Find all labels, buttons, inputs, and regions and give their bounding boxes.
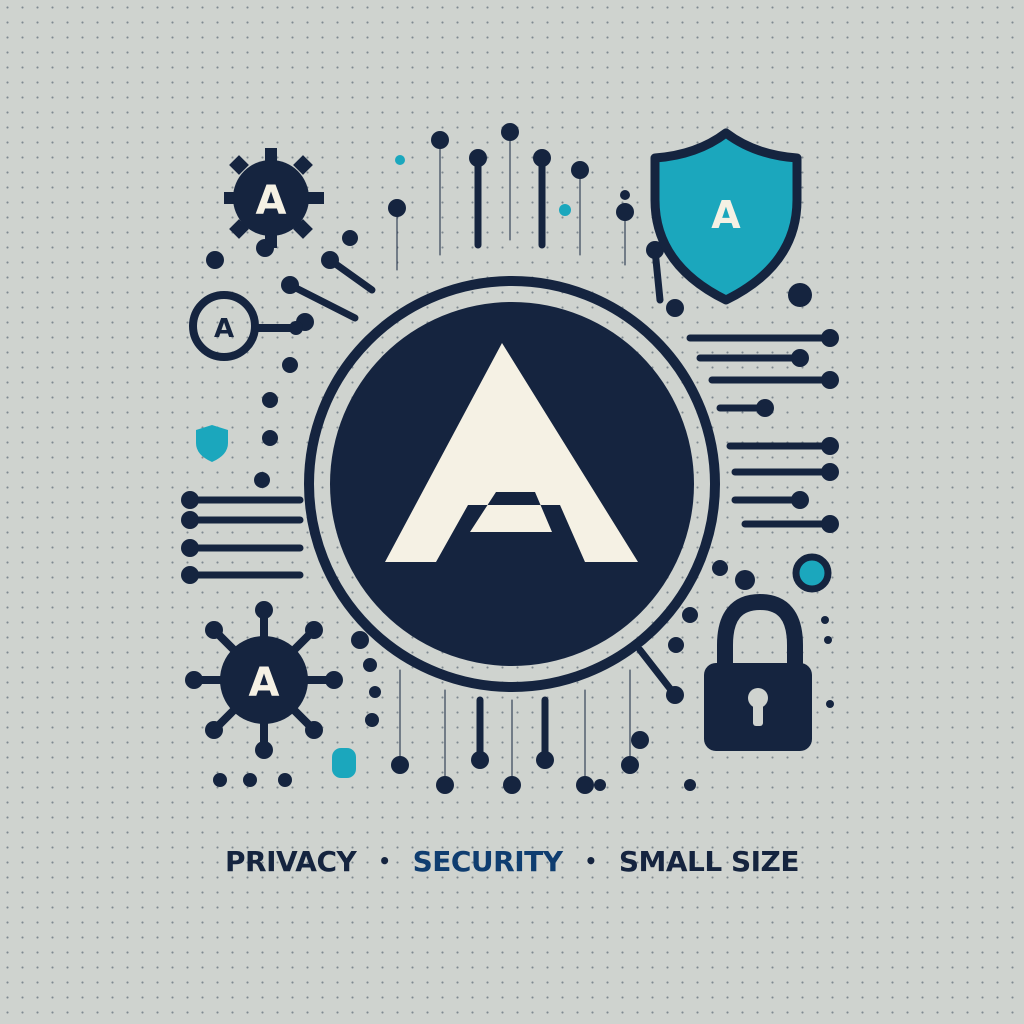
circuit-dot xyxy=(668,637,684,653)
gear-badge-letter: A xyxy=(256,178,287,224)
small-shield-icon xyxy=(196,425,228,462)
tagline-security: SECURITY xyxy=(412,844,563,878)
circuit-dot xyxy=(363,658,377,672)
main-logo xyxy=(304,276,720,692)
circuit-node xyxy=(469,149,487,167)
circuit-ring xyxy=(792,553,832,593)
circuit-node xyxy=(666,686,684,704)
circuit-dot xyxy=(684,779,696,791)
circuit-node xyxy=(621,756,639,774)
circuit-dot xyxy=(365,713,379,727)
virus-badge-bottom-left: A xyxy=(185,601,343,759)
circuit-dot xyxy=(282,357,298,373)
circuit-node xyxy=(791,491,809,509)
circuit-node xyxy=(503,776,521,794)
circuit-dot xyxy=(826,700,834,708)
circuit-node xyxy=(821,329,839,347)
tagline-separator: • xyxy=(378,849,391,873)
circuit-node xyxy=(391,756,409,774)
tagline-privacy: PRIVACY xyxy=(225,844,357,878)
circuit-dot xyxy=(278,773,292,787)
virus-badge-letter: A xyxy=(249,660,280,706)
circuit-dot xyxy=(213,773,227,787)
circuit-node xyxy=(616,203,634,221)
circuit-node xyxy=(388,199,406,217)
tagline-small-size: SMALL SIZE xyxy=(618,844,800,878)
circuit-dot xyxy=(594,779,606,791)
circuit-node xyxy=(436,776,454,794)
circuit-dot xyxy=(682,607,698,623)
circle-badge-letter: A xyxy=(214,314,234,344)
circuit-node xyxy=(791,349,809,367)
circuit-node xyxy=(536,751,554,769)
tagline-separator: • xyxy=(584,849,598,873)
circuit-node xyxy=(181,566,199,584)
circuit-dot xyxy=(342,230,358,246)
circuit-dot xyxy=(631,731,649,749)
circuit-node xyxy=(821,371,839,389)
circuit-dot xyxy=(254,472,270,488)
circuit-node xyxy=(821,515,839,533)
circuit-node xyxy=(431,131,449,149)
circuit-dot xyxy=(824,636,832,644)
tagline: PRIVACY • SECURITY • SMALL SIZE xyxy=(0,836,1024,886)
circuit-dot xyxy=(262,430,278,446)
shield-badge: A xyxy=(650,128,802,305)
circuit-node xyxy=(181,491,199,509)
circuit-node xyxy=(471,751,489,769)
circuit-dot xyxy=(262,392,278,408)
circuit-node xyxy=(501,123,519,141)
circuit-node xyxy=(533,149,551,167)
circuit-dot xyxy=(369,686,381,698)
circuit-dot xyxy=(243,773,257,787)
lock-icon xyxy=(704,593,812,751)
circuit-node xyxy=(821,463,839,481)
circuit-node xyxy=(321,251,339,269)
circuit-node xyxy=(281,276,299,294)
circuit-node xyxy=(756,399,774,417)
shield-badge-letter: A xyxy=(711,193,741,237)
circuit-dot xyxy=(666,299,684,317)
circuit-node xyxy=(181,539,199,557)
circuit-node xyxy=(576,776,594,794)
gear-badge-top-left: A xyxy=(224,148,324,248)
circuit-dot xyxy=(351,631,369,649)
circle-badge-left: A xyxy=(189,291,303,361)
circuit-dot xyxy=(788,283,812,307)
circuit-dot xyxy=(620,190,630,200)
circuit-node xyxy=(181,511,199,529)
circuit-dot xyxy=(821,616,829,624)
circuit-dot xyxy=(735,570,755,590)
circuit-dot xyxy=(712,560,728,576)
circuit-trace xyxy=(286,281,359,322)
circuit-dot xyxy=(206,251,224,269)
circuit-node xyxy=(821,437,839,455)
circuit-node xyxy=(571,161,589,179)
